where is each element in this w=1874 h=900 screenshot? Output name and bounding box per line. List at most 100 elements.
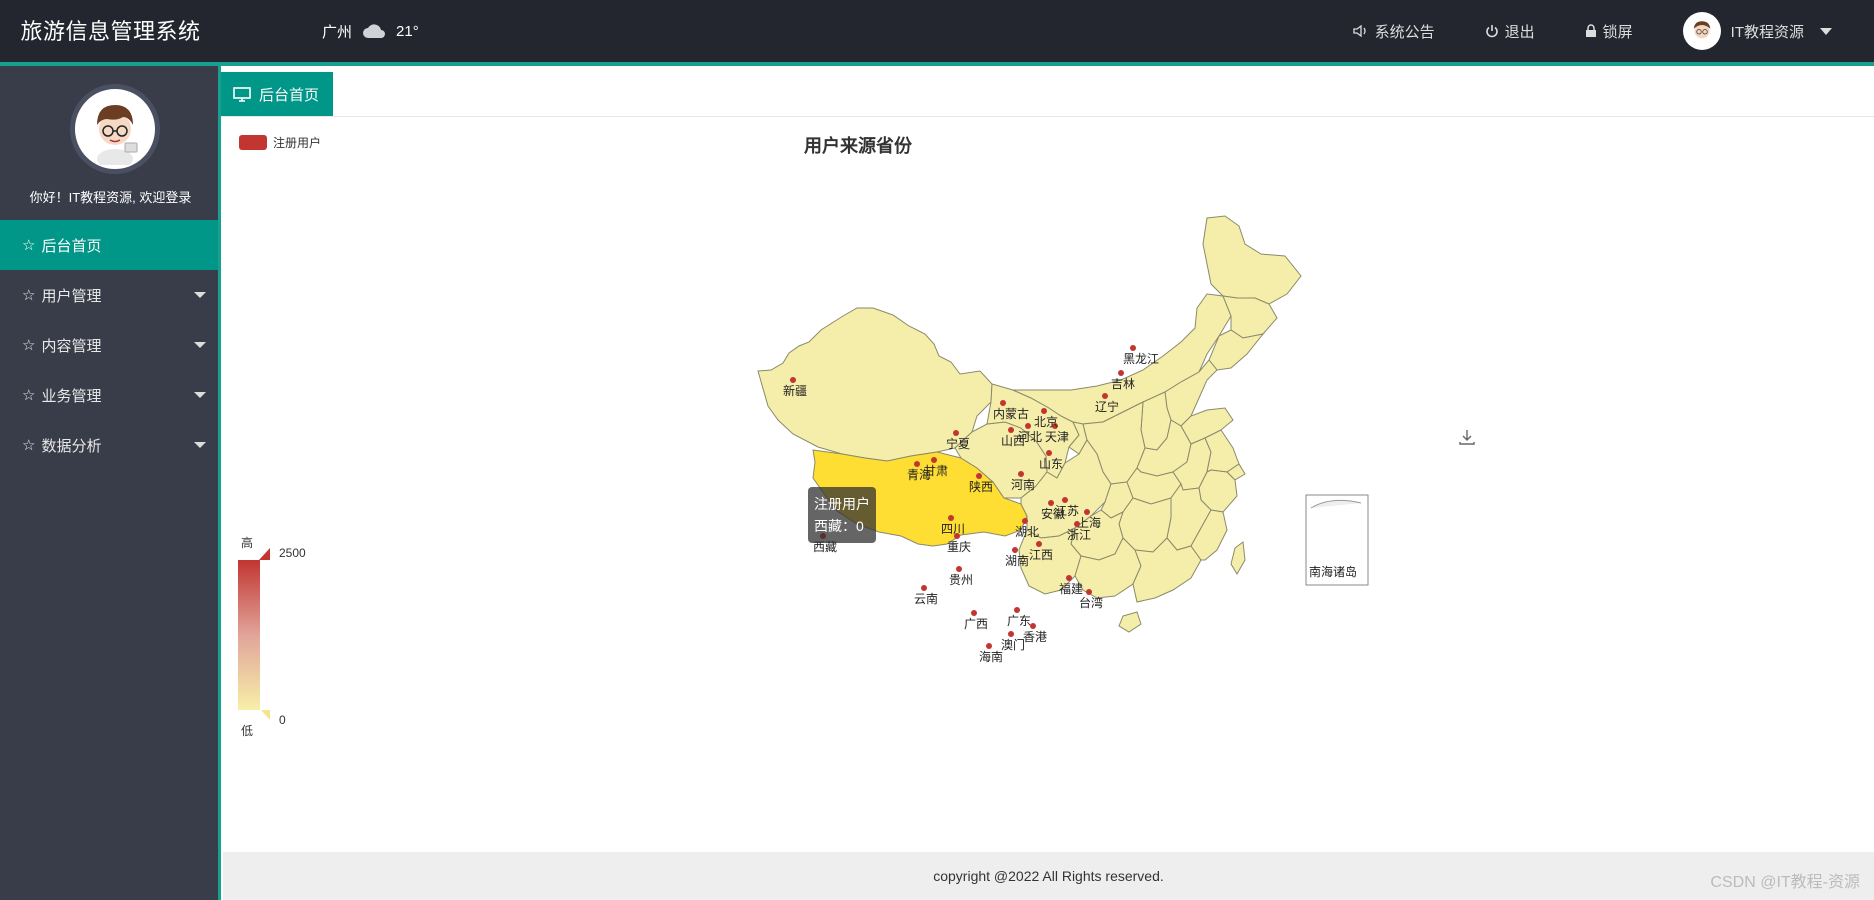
region-dot[interactable] (790, 377, 796, 383)
region-label: 广东 (1007, 614, 1031, 628)
menu-item-data-analysis[interactable]: ☆ 数据分析 (0, 420, 218, 470)
region-label: 江苏 (1055, 504, 1079, 518)
region-label: 吉林 (1111, 377, 1135, 391)
menu-item-label: 用户管理 (41, 287, 102, 305)
region-label: 重庆 (947, 540, 971, 554)
region-dot[interactable] (1041, 408, 1047, 414)
region-dot[interactable] (1036, 541, 1042, 547)
lock-screen-link[interactable]: 锁屏 (1585, 21, 1633, 42)
region-heilongjiang[interactable] (1202, 215, 1302, 305)
region-label: 湖南 (1005, 553, 1029, 568)
menu-item-business-management[interactable]: ☆ 业务管理 (0, 370, 218, 420)
user-avatar (1682, 12, 1721, 50)
region-label: 台湾 (1079, 595, 1103, 610)
region-jiangsu[interactable] (1204, 429, 1240, 473)
region-taiwan[interactable] (1230, 541, 1246, 575)
chart-panel: 注册用户 用户来源省份 高 2500 0 低 新疆 西藏 青海 甘肃 宁夏 内蒙… (221, 118, 1874, 852)
region-dot[interactable] (914, 461, 920, 467)
lock-icon (1585, 24, 1596, 37)
region-dot[interactable] (976, 473, 982, 479)
chevron-down-icon (194, 292, 206, 298)
region-dot[interactable] (1012, 547, 1018, 553)
footer: copyright @2022 All Rights reserved. (223, 852, 1874, 900)
side-menu: ☆ 后台首页 ☆ 用户管理 ☆ 内容管理 ☆ 业务管理 ☆ 数据分析 (0, 220, 218, 470)
star-icon: ☆ (22, 237, 36, 254)
south-sea-label: 南海诸岛 (1309, 564, 1357, 579)
region-dot[interactable] (1046, 450, 1052, 456)
region-dot[interactable] (1000, 400, 1006, 406)
region-dot[interactable] (1118, 370, 1124, 376)
user-menu[interactable]: IT教程资源 (1682, 12, 1832, 50)
region-dot[interactable] (948, 515, 954, 521)
region-label: 甘肃 (924, 464, 948, 478)
star-icon: ☆ (22, 337, 36, 354)
region-dot[interactable] (1066, 575, 1072, 581)
weather-temp: 21° (396, 22, 419, 40)
chevron-down-icon (194, 392, 206, 398)
tooltip-series: 注册用户 (814, 496, 870, 512)
notice-label: 系统公告 (1374, 23, 1435, 41)
region-dot[interactable] (1062, 497, 1068, 503)
region-label: 湖北 (1015, 524, 1039, 539)
logout-label: 退出 (1504, 23, 1535, 41)
top-header: 旅游信息管理系统 广州 21° 系统公告 退出 锁屏 IT教程资源 (0, 0, 1874, 66)
tab-label: 后台首页 (259, 86, 320, 104)
menu-item-content-management[interactable]: ☆ 内容管理 (0, 320, 218, 370)
download-icon[interactable] (1458, 428, 1476, 451)
region-dot[interactable] (1008, 631, 1014, 637)
visual-map-min-handle[interactable] (261, 710, 270, 720)
star-icon: ☆ (22, 437, 36, 454)
star-icon: ☆ (22, 387, 36, 404)
region-dot[interactable] (1025, 423, 1031, 429)
region-dot[interactable] (1048, 500, 1054, 506)
region-label: 山东 (1039, 457, 1063, 471)
region-label: 辽宁 (1095, 399, 1119, 414)
region-label: 江西 (1029, 548, 1053, 562)
tooltip-value: 西藏：0 (814, 518, 864, 534)
region-dot[interactable] (921, 585, 927, 591)
china-map[interactable]: 新疆西藏青海甘肃宁夏内蒙古黑龙江吉林辽宁北京天津河北山西山东陕西 河南四川重庆湖北… (531, 158, 1431, 718)
region-dot[interactable] (1130, 345, 1136, 351)
region-dot[interactable] (971, 610, 977, 616)
watermark: CSDN @IT教程-资源 (1710, 874, 1860, 891)
region-dot[interactable] (1018, 471, 1024, 477)
menu-item-user-management[interactable]: ☆ 用户管理 (0, 270, 218, 320)
region-dot[interactable] (1102, 393, 1108, 399)
region-dot[interactable] (956, 566, 962, 572)
speaker-icon (1352, 24, 1366, 38)
cloud-icon (363, 24, 386, 38)
region-hainan[interactable] (1118, 611, 1142, 633)
region-label: 山西 (1001, 434, 1025, 448)
chart-title: 用户来源省份 (804, 136, 912, 156)
region-label: 浙江 (1067, 528, 1091, 542)
region-dot[interactable] (953, 430, 959, 436)
notice-link[interactable]: 系统公告 (1352, 21, 1435, 42)
region-dot[interactable] (1086, 589, 1092, 595)
region-dot[interactable] (1014, 607, 1020, 613)
tab-dashboard[interactable]: 后台首页 (221, 72, 333, 116)
menu-item-label: 数据分析 (41, 437, 102, 455)
chevron-down-icon (194, 342, 206, 348)
menu-item-label: 内容管理 (41, 337, 102, 355)
star-icon: ☆ (22, 287, 36, 304)
chevron-down-icon (1820, 27, 1832, 35)
logout-link[interactable]: 退出 (1485, 21, 1535, 42)
weather-widget: 广州 21° (322, 0, 419, 62)
header-actions: 系统公告 退出 锁屏 IT教程资源 (1352, 0, 1874, 62)
region-neimenggu[interactable] (1012, 293, 1232, 425)
region-label: 贵州 (949, 573, 973, 587)
visual-map-max-handle[interactable] (259, 548, 270, 560)
region-label: 黑龙江 (1123, 352, 1159, 366)
region-dot[interactable] (1022, 518, 1028, 524)
region-dot[interactable] (986, 643, 992, 649)
menu-item-dashboard[interactable]: ☆ 后台首页 (0, 220, 218, 270)
visual-map-bar[interactable] (238, 560, 260, 710)
username: IT教程资源 (1730, 23, 1804, 41)
visual-map-high-label: 高 (241, 536, 254, 550)
region-dot[interactable] (931, 457, 937, 463)
region-dot[interactable] (1084, 509, 1090, 515)
menu-item-label: 后台首页 (41, 237, 102, 255)
region-dot[interactable] (1008, 427, 1014, 433)
region-label: 宁夏 (946, 436, 970, 451)
region-label: 河南 (1011, 477, 1035, 492)
